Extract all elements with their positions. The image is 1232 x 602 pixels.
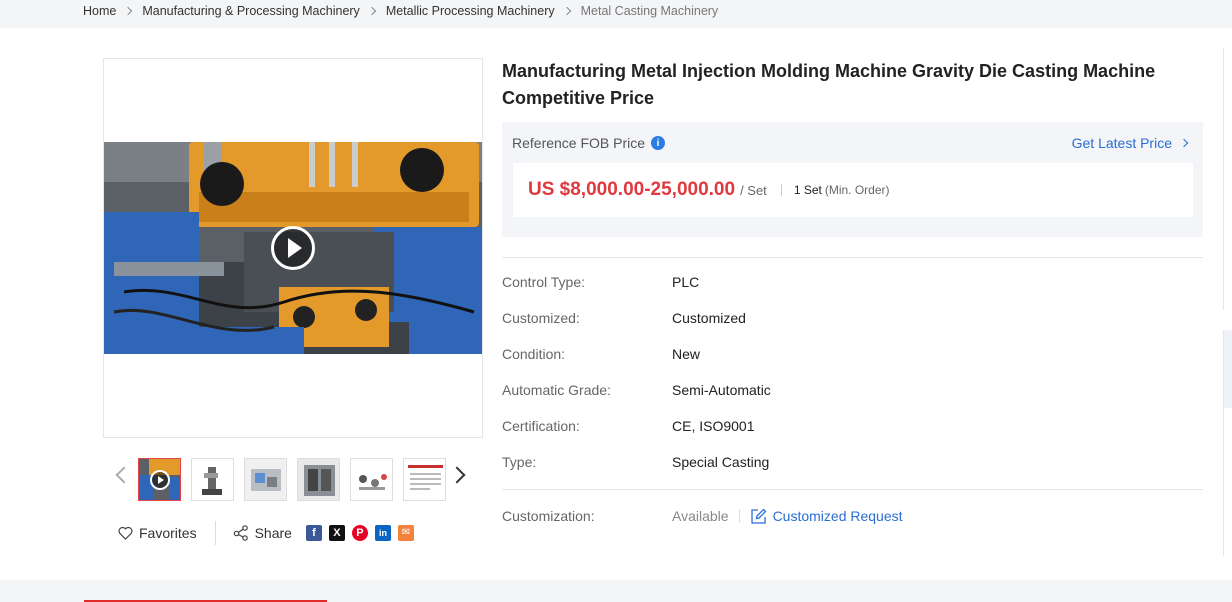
spec-value: PLC bbox=[672, 274, 700, 290]
play-icon[interactable] bbox=[271, 226, 315, 270]
x-icon[interactable]: X bbox=[328, 525, 345, 541]
edit-icon bbox=[750, 508, 766, 524]
divider bbox=[738, 509, 740, 523]
email-icon[interactable]: ✉ bbox=[397, 525, 414, 541]
get-latest-price-link[interactable]: Get Latest Price bbox=[1071, 135, 1189, 151]
spec-key: Control Type: bbox=[502, 274, 586, 290]
spec-row: Control Type: PLC bbox=[502, 274, 1203, 310]
spec-row: Condition: New bbox=[502, 346, 1203, 382]
thumbnail-strip bbox=[112, 458, 472, 502]
side-panel-edge-lower bbox=[1223, 330, 1232, 556]
min-order: 1 Set (Min. Order) bbox=[794, 183, 890, 197]
thumbnail-3[interactable] bbox=[244, 458, 287, 501]
reference-fob-price: Reference FOB Price i bbox=[512, 135, 666, 151]
spec-key: Customized: bbox=[502, 310, 580, 326]
social-share-links: f X P in ✉ bbox=[305, 525, 421, 541]
thumbnail-image bbox=[351, 459, 392, 500]
spec-value: New bbox=[672, 346, 701, 362]
share-label: Share bbox=[254, 525, 292, 541]
get-latest-price-label: Get Latest Price bbox=[1071, 135, 1172, 151]
thumbnail-image bbox=[245, 459, 286, 500]
customization-label: Customization: bbox=[502, 508, 595, 524]
share-icon bbox=[233, 525, 248, 541]
chevron-right-icon[interactable] bbox=[448, 466, 466, 484]
spec-row: Type: Special Casting bbox=[502, 454, 1203, 490]
play-icon bbox=[150, 470, 170, 490]
reference-fob-label: Reference FOB Price bbox=[512, 135, 646, 151]
spec-value: Customized bbox=[672, 310, 746, 326]
pinterest-icon[interactable]: P bbox=[351, 525, 368, 541]
thumbnail-4[interactable] bbox=[297, 458, 340, 501]
chevron-right-icon bbox=[562, 6, 571, 16]
thumbnail-6[interactable] bbox=[403, 458, 446, 501]
spec-list: Control Type: PLC Customized: Customized C… bbox=[502, 274, 1203, 490]
spec-key: Condition: bbox=[502, 346, 566, 362]
divider bbox=[502, 257, 1203, 258]
price-unit: / Set bbox=[740, 182, 767, 198]
price-detail: US $8,000.00-25,000.00 / Set 1 Set (Min. … bbox=[513, 163, 1193, 217]
spec-key: Automatic Grade: bbox=[502, 382, 611, 398]
spec-value: CE, ISO9001 bbox=[672, 418, 755, 434]
product-title: Manufacturing Metal Injection Molding Ma… bbox=[502, 61, 1156, 108]
min-order-note: (Min. Order) bbox=[824, 183, 890, 197]
facebook-icon[interactable]: f bbox=[305, 525, 322, 541]
linkedin-icon[interactable]: in bbox=[374, 525, 391, 541]
thumbnail-video[interactable] bbox=[138, 458, 181, 501]
favorites-button[interactable]: Favorites bbox=[118, 525, 197, 541]
thumbnail-image bbox=[298, 459, 339, 500]
spec-value: Special Casting bbox=[672, 454, 770, 470]
divider bbox=[214, 521, 216, 545]
spec-value: Semi-Automatic bbox=[672, 382, 771, 398]
chevron-right-icon bbox=[1179, 138, 1189, 148]
breadcrumb-manufacturing[interactable]: Manufacturing & Processing Machinery bbox=[142, 4, 359, 18]
thumbnail-image bbox=[404, 459, 445, 500]
divider bbox=[780, 184, 782, 196]
product-video-frame[interactable] bbox=[104, 142, 482, 354]
spec-row: Customized: Customized bbox=[502, 310, 1203, 346]
breadcrumb-metallic[interactable]: Metallic Processing Machinery bbox=[386, 4, 555, 18]
price-amount: US $8,000.00-25,000.00 bbox=[528, 179, 736, 200]
chevron-right-icon bbox=[124, 6, 133, 16]
customization-row: Customization: Available Customized Requ… bbox=[502, 506, 903, 526]
breadcrumb-home[interactable]: Home bbox=[83, 4, 116, 18]
side-panel-edge bbox=[1223, 48, 1232, 310]
min-order-qty: 1 Set bbox=[793, 183, 822, 197]
main-product-media[interactable] bbox=[103, 58, 483, 438]
heart-icon bbox=[118, 526, 133, 540]
customized-request-label: Customized Request bbox=[772, 508, 903, 524]
info-icon[interactable]: i bbox=[651, 136, 666, 150]
breadcrumb: Home Manufacturing & Processing Machiner… bbox=[83, 2, 718, 20]
price-box: Reference FOB Price i Get Latest Price U… bbox=[502, 122, 1203, 237]
favorites-label: Favorites bbox=[139, 525, 197, 541]
spec-row: Certification: CE, ISO9001 bbox=[502, 418, 1203, 454]
thumbnail-image bbox=[192, 459, 233, 500]
chevron-right-icon bbox=[367, 6, 377, 16]
breadcrumb-current: Metal Casting Machinery bbox=[580, 4, 719, 18]
chevron-left-icon[interactable] bbox=[115, 466, 133, 484]
customization-status: Available bbox=[672, 508, 729, 524]
spec-key: Type: bbox=[502, 454, 537, 470]
divider bbox=[502, 489, 1203, 490]
spec-key: Certification: bbox=[502, 418, 580, 434]
thumbnail-5[interactable] bbox=[350, 458, 393, 501]
thumbnail-2[interactable] bbox=[191, 458, 234, 501]
spec-row: Automatic Grade: Semi-Automatic bbox=[502, 382, 1203, 418]
customized-request-link[interactable]: Customized Request bbox=[750, 508, 903, 525]
product-actions: Favorites Share f X P in ✉ bbox=[118, 521, 421, 545]
share-button[interactable]: Share bbox=[233, 525, 292, 541]
